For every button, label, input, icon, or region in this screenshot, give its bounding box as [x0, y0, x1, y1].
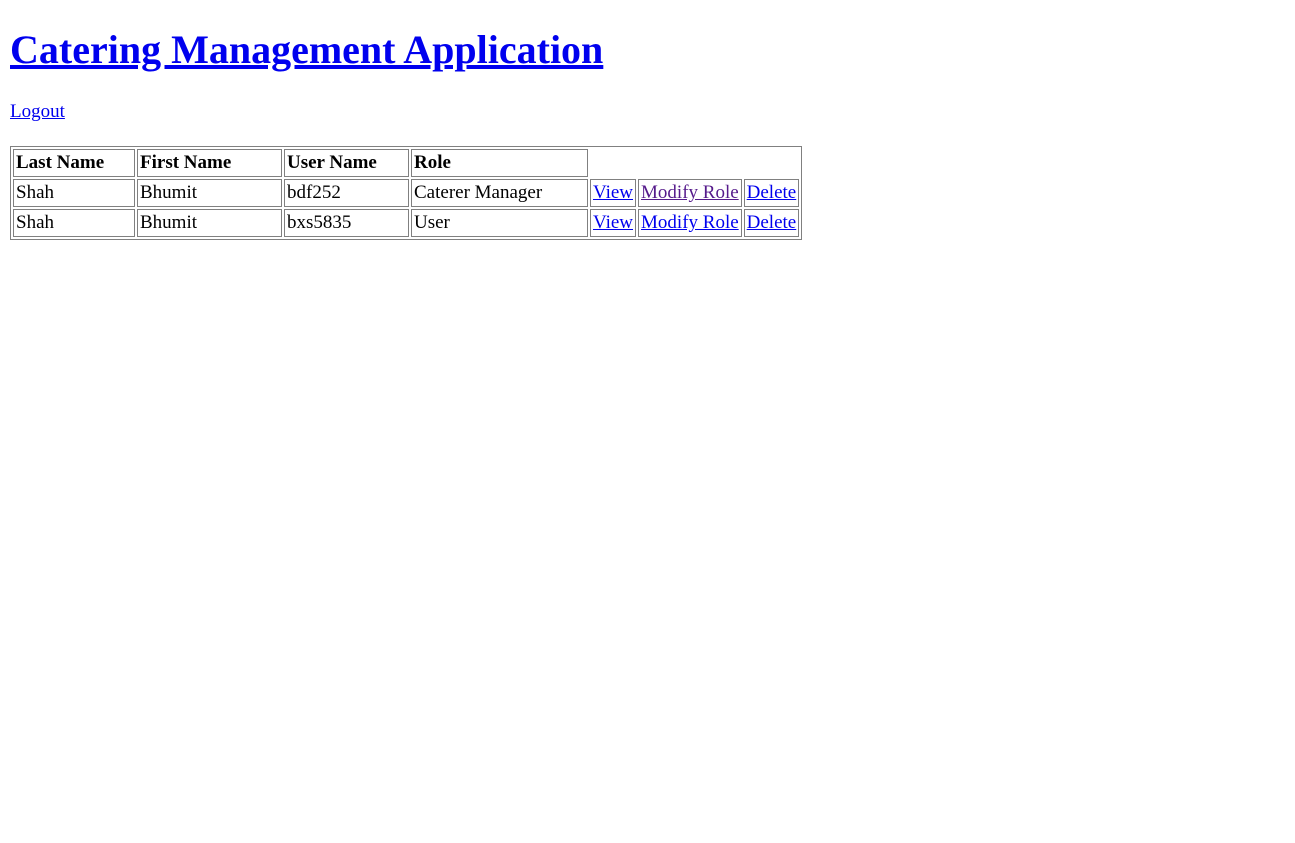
cell-role: User	[411, 209, 588, 237]
column-header-first-name: First Name	[137, 149, 282, 177]
cell-role: Caterer Manager	[411, 179, 588, 207]
delete-link[interactable]: Delete	[747, 212, 797, 233]
cell-view: View	[590, 209, 637, 237]
cell-modify-role: Modify Role	[638, 179, 742, 207]
column-header-last-name: Last Name	[13, 149, 135, 177]
page: Catering Management Application Logout L…	[10, 0, 1295, 843]
column-header-actions	[590, 149, 799, 177]
page-title: Catering Management Application	[10, 26, 603, 74]
view-link[interactable]: View	[593, 212, 633, 233]
column-header-user-name: User Name	[284, 149, 409, 177]
cell-delete: Delete	[743, 209, 800, 237]
table-row: Shah Bhumit bxs5835 User View Modify Rol…	[13, 209, 800, 237]
cell-first-name: Bhumit	[137, 179, 282, 207]
delete-link[interactable]: Delete	[747, 182, 797, 203]
table-header-row: Last Name First Name User Name Role	[13, 149, 799, 177]
modify-role-link[interactable]: Modify Role	[641, 212, 739, 233]
column-header-role: Role	[411, 149, 588, 177]
modify-role-link[interactable]: Modify Role	[641, 182, 739, 203]
cell-modify-role: Modify Role	[638, 209, 742, 237]
cell-last-name: Shah	[13, 209, 135, 237]
cell-last-name: Shah	[13, 179, 135, 207]
app-title-link[interactable]: Catering Management Application	[10, 27, 603, 72]
table-row: Shah Bhumit bdf252 Caterer Manager View …	[13, 179, 800, 207]
cell-user-name: bdf252	[284, 179, 409, 207]
view-link[interactable]: View	[593, 182, 633, 203]
cell-delete: Delete	[743, 179, 800, 207]
cell-user-name: bxs5835	[284, 209, 409, 237]
users-table: Last Name First Name User Name Role Shah…	[10, 146, 803, 240]
logout-link[interactable]: Logout	[10, 101, 65, 123]
cell-view: View	[590, 179, 637, 207]
cell-first-name: Bhumit	[137, 209, 282, 237]
